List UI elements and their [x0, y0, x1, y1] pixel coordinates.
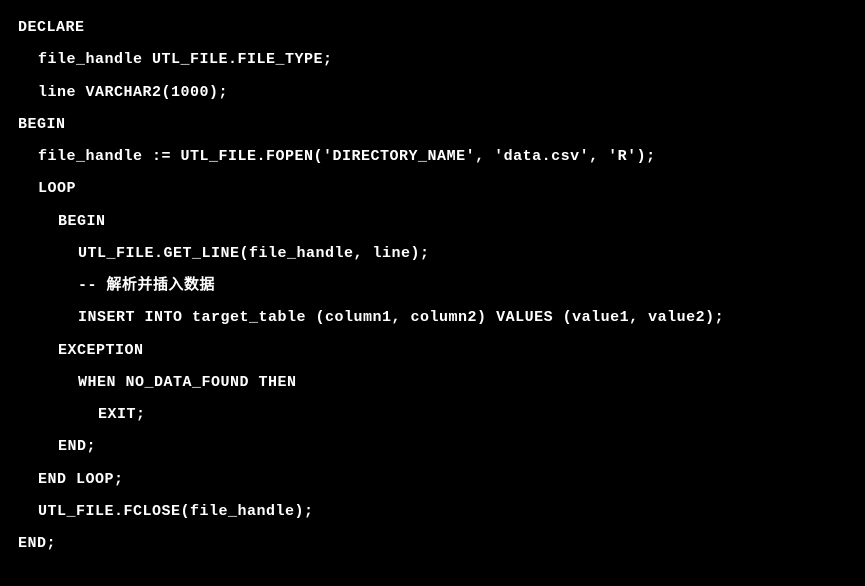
code-line: INSERT INTO target_table (column1, colum… [18, 302, 847, 334]
code-line: file_handle UTL_FILE.FILE_TYPE; [18, 44, 847, 76]
code-line: -- 解析并插入数据 [18, 270, 847, 302]
code-line: UTL_FILE.FCLOSE(file_handle); [18, 496, 847, 528]
code-line: LOOP [18, 173, 847, 205]
code-line: END; [18, 431, 847, 463]
code-line: UTL_FILE.GET_LINE(file_handle, line); [18, 238, 847, 270]
code-line: line VARCHAR2(1000); [18, 77, 847, 109]
code-editor[interactable]: DECLARE file_handle UTL_FILE.FILE_TYPE; … [18, 12, 847, 560]
code-line: EXCEPTION [18, 335, 847, 367]
code-line: END LOOP; [18, 464, 847, 496]
code-line: DECLARE [18, 12, 847, 44]
code-line: WHEN NO_DATA_FOUND THEN [18, 367, 847, 399]
code-line: BEGIN [18, 206, 847, 238]
code-line: END; [18, 528, 847, 560]
code-line: file_handle := UTL_FILE.FOPEN('DIRECTORY… [18, 141, 847, 173]
code-line: BEGIN [18, 109, 847, 141]
code-line: EXIT; [18, 399, 847, 431]
